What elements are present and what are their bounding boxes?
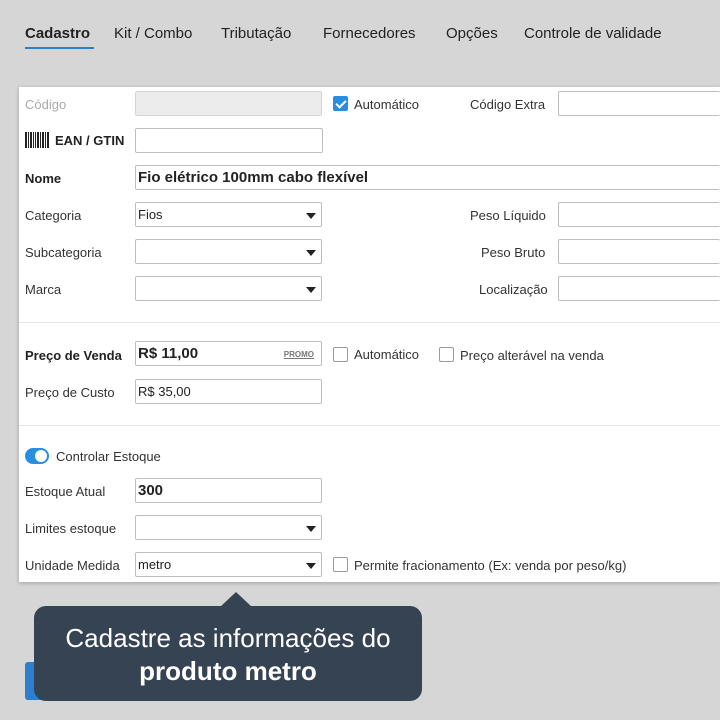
- nome-label: Nome: [25, 171, 62, 186]
- localizacao-label: Localização: [479, 282, 548, 297]
- fracionamento-label: Permite fracionamento (Ex: venda por pes…: [354, 558, 627, 573]
- preco-venda-input[interactable]: R$ 11,00 PROMO: [135, 341, 322, 366]
- controlar-estoque-label: Controlar Estoque: [56, 449, 161, 464]
- estoque-atual-label: Estoque Atual: [25, 484, 106, 499]
- section-divider: [19, 425, 720, 426]
- tab-fornecedores[interactable]: Fornecedores: [323, 25, 416, 42]
- ean-label: EAN / GTIN: [55, 133, 125, 148]
- marca-label: Marca: [25, 282, 62, 297]
- localizacao-input[interactable]: [558, 276, 720, 301]
- peso-bruto-label: Peso Bruto: [481, 245, 546, 260]
- limites-estoque-select[interactable]: [135, 515, 322, 540]
- peso-liquido-label: Peso Líquido: [470, 208, 546, 223]
- preco-automatico-label: Automático: [354, 347, 420, 362]
- subcategoria-label: Subcategoria: [25, 245, 102, 260]
- tab-opcoes[interactable]: Opções: [446, 25, 498, 42]
- categoria-label: Categoria: [25, 208, 82, 223]
- preco-venda-value: R$ 11,00: [138, 345, 199, 362]
- promo-link[interactable]: PROMO: [284, 343, 314, 365]
- unidade-medida-label: Unidade Medida: [25, 558, 120, 573]
- fracionamento-checkbox[interactable]: [333, 557, 348, 572]
- unidade-medida-select[interactable]: metro: [135, 552, 322, 577]
- peso-bruto-input[interactable]: [558, 239, 720, 264]
- barcode-icon: [25, 132, 50, 148]
- chevron-down-icon: [306, 287, 316, 293]
- categoria-value: Fios: [138, 207, 163, 222]
- tutorial-tooltip: Cadastre as informações do produto metro: [34, 606, 422, 701]
- limites-estoque-label: Limites estoque: [25, 521, 117, 536]
- tab-tributacao[interactable]: Tributação: [221, 25, 291, 42]
- preco-automatico-checkbox[interactable]: [333, 347, 348, 362]
- chevron-down-icon: [306, 213, 316, 219]
- marca-select[interactable]: [135, 276, 322, 301]
- controlar-estoque-toggle[interactable]: [25, 448, 49, 464]
- product-form-panel: Código Automático Código Extra EAN / GTI…: [19, 87, 720, 582]
- tooltip-arrow: [220, 592, 252, 607]
- tooltip-line-2: produto metro: [139, 656, 317, 686]
- codigo-extra-input[interactable]: [558, 91, 720, 116]
- unidade-medida-value: metro: [138, 557, 172, 572]
- tab-bar: Cadastro Kit / Combo Tributação Forneced…: [0, 0, 720, 64]
- preco-venda-label: Preço de Venda: [25, 348, 122, 363]
- ean-input[interactable]: [135, 128, 323, 153]
- chevron-down-icon: [306, 563, 316, 569]
- active-tab-indicator: [25, 47, 94, 49]
- toggle-knob: [35, 450, 47, 462]
- codigo-input[interactable]: [135, 91, 322, 116]
- codigo-automatico-label: Automático: [354, 97, 420, 112]
- codigo-extra-label: Código Extra: [470, 97, 546, 112]
- categoria-select[interactable]: Fios: [135, 202, 322, 227]
- preco-alteravel-checkbox[interactable]: [439, 347, 454, 362]
- estoque-atual-input[interactable]: 300: [135, 478, 322, 503]
- tab-cadastro[interactable]: Cadastro: [25, 25, 90, 42]
- codigo-label: Código: [25, 97, 67, 112]
- peso-liquido-input[interactable]: [558, 202, 720, 227]
- preco-custo-input[interactable]: R$ 35,00: [135, 379, 322, 404]
- chevron-down-icon: [306, 526, 316, 532]
- subcategoria-select[interactable]: [135, 239, 322, 264]
- tab-controle-validade[interactable]: Controle de validade: [524, 25, 662, 42]
- tab-kit-combo[interactable]: Kit / Combo: [114, 25, 192, 42]
- chevron-down-icon: [306, 250, 316, 256]
- tooltip-line-1: Cadastre as informações do: [65, 623, 391, 653]
- preco-alteravel-label: Preço alterável na venda: [460, 348, 604, 363]
- section-divider: [19, 322, 720, 323]
- preco-custo-label: Preço de Custo: [25, 385, 115, 400]
- codigo-automatico-checkbox[interactable]: [333, 96, 348, 111]
- nome-input[interactable]: Fio elétrico 100mm cabo flexível: [135, 165, 720, 190]
